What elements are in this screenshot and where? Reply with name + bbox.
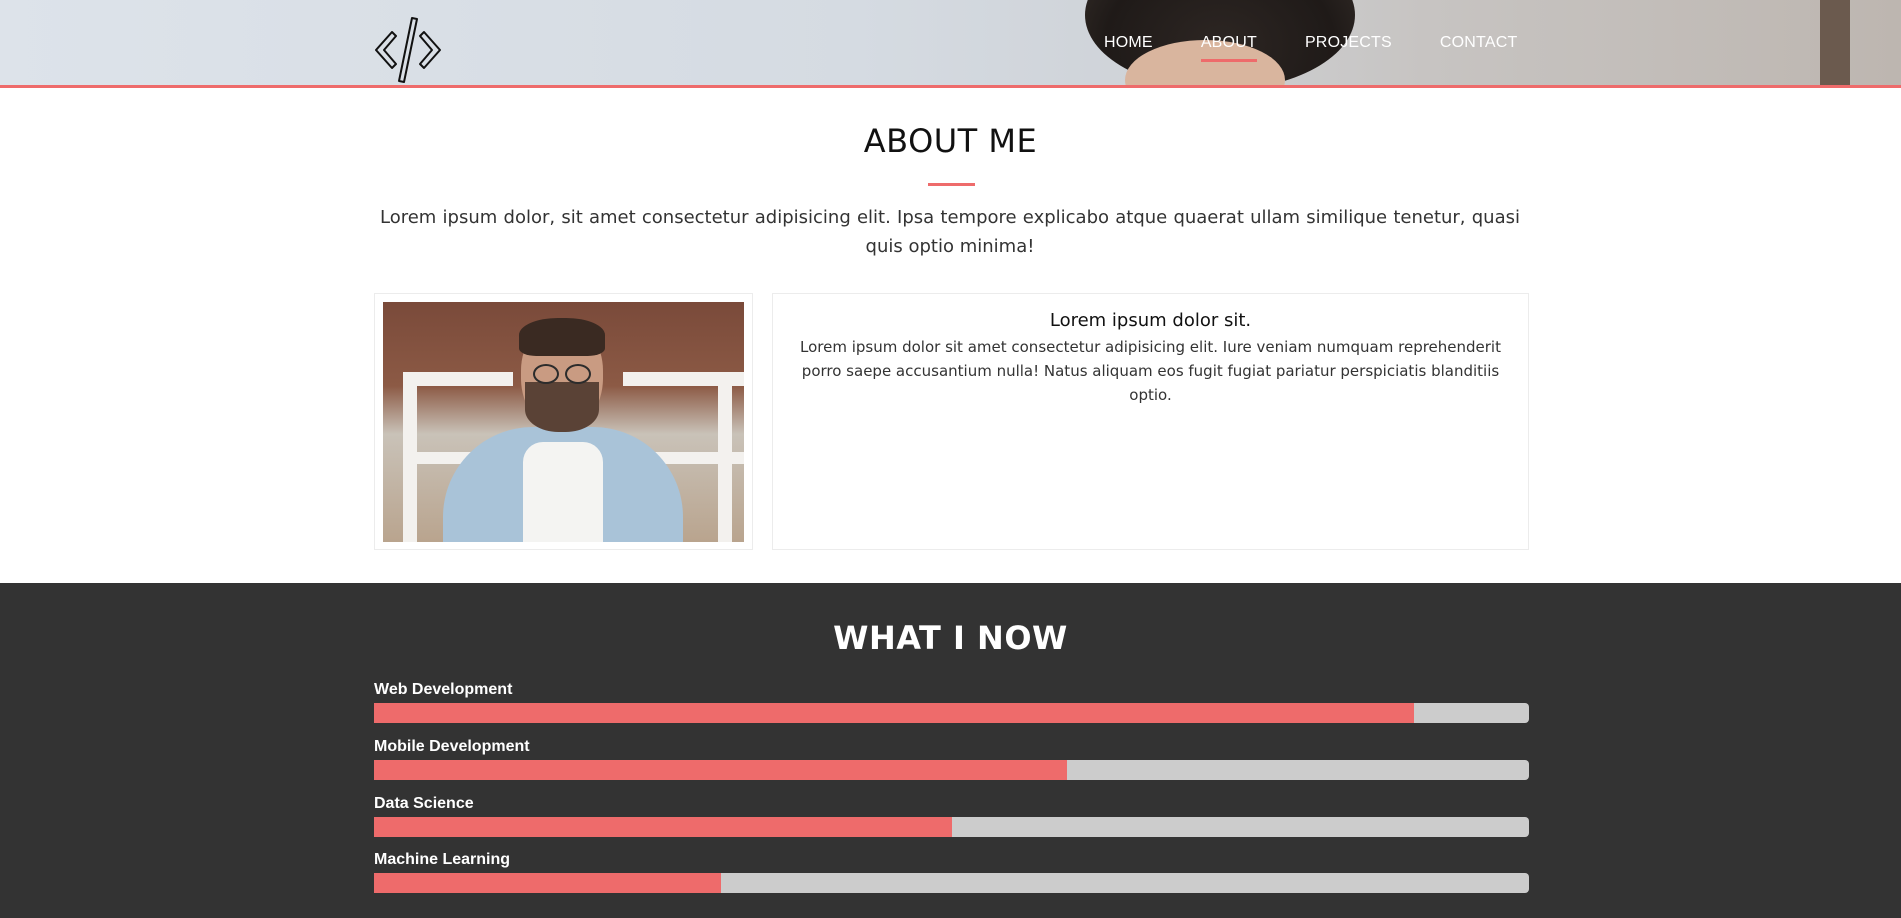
skill-label: Machine Learning [374,851,511,868]
header-background-photo-edge [1820,0,1850,85]
skill-bar-track [374,703,1529,723]
skill-bar-track [374,760,1529,780]
skills-title: WHAT I NOW [833,619,1068,657]
site-header: HOME ABOUT PROJECTS CONTACT [0,0,1901,88]
about-card-text: Lorem ipsum dolor sit amet consectetur a… [799,338,1501,404]
nav-home[interactable]: HOME [1104,34,1153,52]
skill-bar-track [374,873,1529,893]
skill-label: Web Development [374,681,513,698]
about-title: ABOUT ME [863,122,1038,160]
skill-data-science: Data Science [374,795,1529,837]
main-nav: HOME ABOUT PROJECTS CONTACT [1080,0,1541,85]
skill-label: Mobile Development [374,738,530,755]
skill-label: Data Science [374,795,474,812]
skill-bar-track [374,817,1529,837]
about-intro: Lorem ipsum dolor, sit amet consectetur … [380,207,1520,257]
skill-bar-fill [374,703,1414,723]
code-brackets-icon[interactable] [372,16,444,84]
nav-about[interactable]: ABOUT [1200,34,1258,62]
skill-web-development: Web Development [374,681,1529,723]
about-text-card: Lorem ipsum dolor sit. Lorem ipsum dolor… [772,293,1529,550]
skill-machine-learning: Machine Learning [374,851,1529,893]
skill-bar-fill [374,760,1067,780]
about-title-underline [928,183,975,186]
skill-bar-fill [374,817,952,837]
about-card-heading: Lorem ipsum dolor sit. [1049,310,1252,331]
skills-section: WHAT I NOW Web Development Mobile Develo… [0,583,1901,918]
nav-contact[interactable]: CONTACT [1440,34,1518,52]
profile-photo-card [374,293,753,550]
nav-projects[interactable]: PROJECTS [1305,34,1392,52]
skill-mobile-development: Mobile Development [374,738,1529,780]
skill-bar-fill [374,873,721,893]
profile-photo [383,302,744,542]
